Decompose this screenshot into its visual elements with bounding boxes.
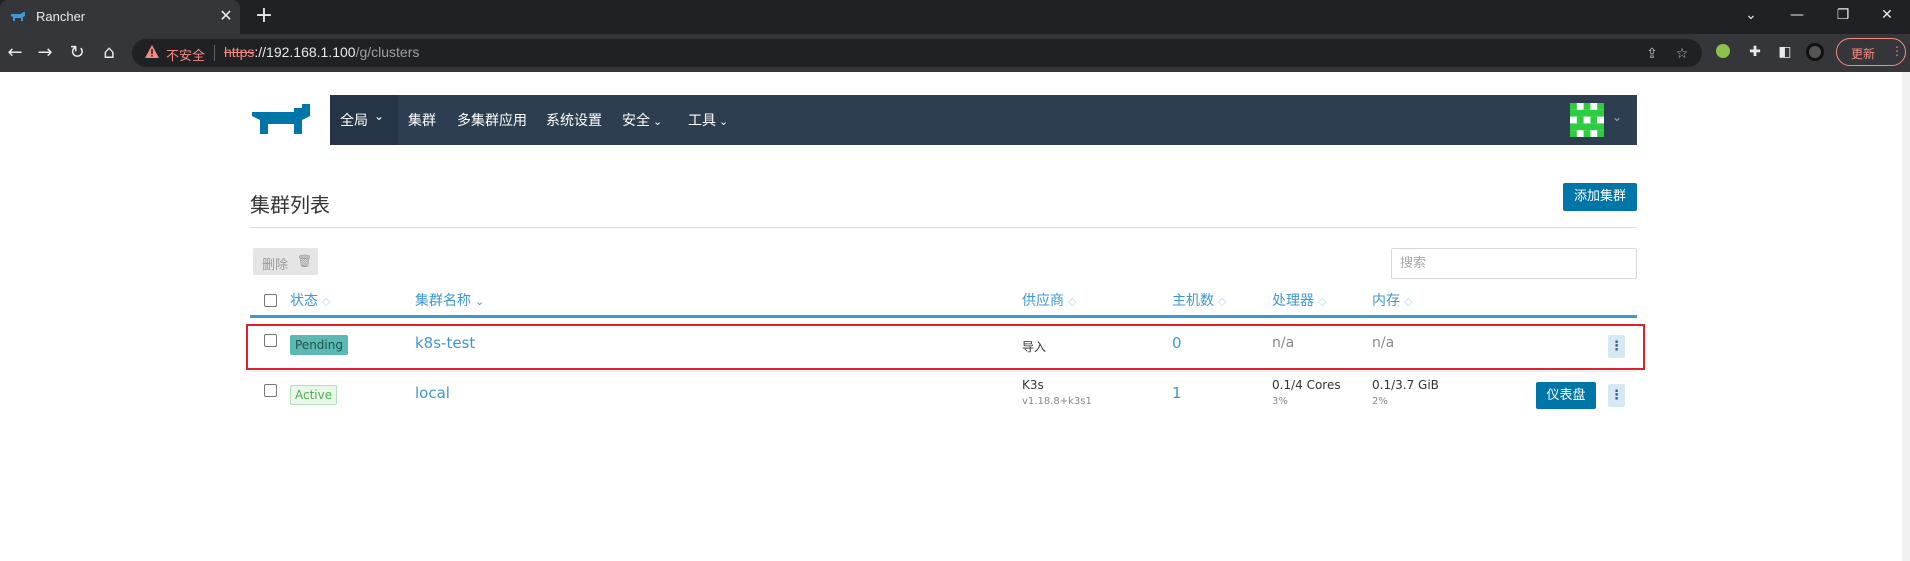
back-icon[interactable]: ← [4, 42, 26, 64]
hosts-link[interactable]: 1 [1172, 384, 1182, 402]
user-menu-chevron-icon[interactable]: ⌄ [1612, 110, 1622, 124]
user-avatar[interactable] [1570, 103, 1604, 137]
page-scrollbar[interactable] [1902, 72, 1910, 561]
extensions-puzzle-icon[interactable]: ✚ [1746, 43, 1764, 61]
row-checkbox[interactable] [264, 384, 277, 397]
nav-item-multi-cluster-apps[interactable]: 多集群应用 [457, 110, 527, 130]
omnibox-divider [214, 45, 215, 61]
trash-icon: 🗑 [297, 254, 313, 268]
profile-avatar-icon[interactable] [1806, 43, 1824, 61]
rancher-logo[interactable] [250, 102, 318, 138]
side-panel-icon[interactable]: ◧ [1776, 43, 1794, 61]
header-state-label: 状态 [290, 293, 318, 309]
forward-icon[interactable]: → [34, 42, 56, 64]
sort-icon: ◇ [1218, 295, 1227, 308]
nav-tools-label: 工具 [688, 113, 716, 129]
row-actions-menu-icon[interactable]: ⋮ [1608, 335, 1625, 358]
header-memory[interactable]: 内存 ◇ [1372, 290, 1412, 310]
hosts-link[interactable]: 0 [1172, 334, 1182, 352]
select-all-checkbox[interactable] [264, 294, 277, 307]
delete-button[interactable]: 删除 🗑 [253, 248, 318, 275]
memory-cell: n/a [1372, 335, 1395, 351]
chevron-down-icon: ⌄ [719, 115, 729, 128]
nav-item-tools[interactable]: 工具 ⌄ [688, 110, 728, 130]
nav-global-dropdown[interactable]: 全局 ⌄ [330, 95, 398, 145]
search-input[interactable] [1391, 248, 1637, 279]
header-cluster-name[interactable]: 集群名称 ⌄ [415, 290, 484, 310]
header-state[interactable]: 状态 ◇ [290, 290, 330, 310]
address-bar[interactable]: 不安全 https://192.168.1.100/g/clusters ⇪ ☆ [132, 39, 1702, 67]
status-badge: Pending [290, 335, 348, 355]
menu-dots-icon: ⋮ [1891, 44, 1903, 58]
top-navigation: 全局 ⌄ 集群 多集群应用 系统设置 安全 ⌄ 工具 ⌄ ⌄ [330, 95, 1637, 145]
provider-version: v1.18.8+k3s1 [1022, 396, 1092, 407]
restore-icon[interactable]: ❐ [1820, 0, 1866, 30]
header-memory-label: 内存 [1372, 293, 1400, 309]
nav-global-label: 全局 [340, 113, 368, 129]
title-divider [250, 227, 1637, 228]
tab-search-icon[interactable]: ⌄ [1728, 0, 1774, 30]
table-header-divider [250, 315, 1637, 318]
page-content: 全局 ⌄ 集群 多集群应用 系统设置 安全 ⌄ 工具 ⌄ ⌄ 集群列表 添加集群 删… [0, 72, 1910, 561]
status-badge: Active [290, 385, 338, 405]
update-label: 更新 [1851, 47, 1876, 61]
browser-tab[interactable]: Rancher ✕ [0, 0, 240, 34]
insecure-label[interactable]: 不安全 [166, 45, 205, 64]
bookmark-star-icon[interactable]: ☆ [1674, 46, 1690, 62]
nav-item-clusters[interactable]: 集群 [408, 110, 436, 130]
nav-item-settings[interactable]: 系统设置 [546, 110, 602, 130]
browser-titlebar: Rancher ✕ + ⌄ — ❐ ✕ [0, 0, 1910, 34]
rancher-favicon-icon [11, 12, 25, 21]
minimize-icon[interactable]: — [1774, 0, 1820, 30]
url-host: ://192.168.1.100 [254, 44, 356, 60]
add-cluster-button[interactable]: 添加集群 [1563, 183, 1637, 211]
extension-circle-icon[interactable] [1714, 43, 1732, 61]
cpu-percent: 3% [1272, 396, 1288, 407]
cluster-name-link[interactable]: local [415, 384, 450, 402]
cpu-cell: 0.1/4 Cores [1272, 378, 1341, 392]
cpu-cell: n/a [1272, 335, 1295, 351]
sort-icon: ◇ [322, 295, 331, 308]
new-tab-icon[interactable]: + [252, 5, 276, 29]
provider-cell: 导入 [1022, 340, 1047, 354]
header-provider[interactable]: 供应商 ◇ [1022, 290, 1076, 310]
header-cpu-label: 处理器 [1272, 293, 1314, 309]
sort-icon: ◇ [1068, 295, 1077, 308]
tab-close-icon[interactable]: ✕ [216, 6, 236, 26]
nav-item-security[interactable]: 安全 ⌄ [622, 110, 662, 130]
row-actions-menu-icon[interactable]: ⋮ [1608, 384, 1625, 407]
warning-icon [145, 45, 159, 58]
provider-cell: K3s [1022, 378, 1044, 392]
update-button[interactable]: 更新 ⋮ [1836, 38, 1906, 66]
chevron-down-icon: ⌄ [653, 115, 663, 128]
sort-icon: ◇ [1318, 295, 1327, 308]
header-cpu[interactable]: 处理器 ◇ [1272, 290, 1326, 310]
browser-toolbar: ← → ↻ ⌂ 不安全 https://192.168.1.100/g/clus… [0, 34, 1910, 72]
url-path: /g/clusters [355, 44, 420, 60]
chevron-down-icon: ⌄ [374, 109, 385, 123]
memory-cell: 0.1/3.7 GiB [1372, 378, 1439, 392]
url-scheme: https [224, 44, 255, 60]
reload-icon[interactable]: ↻ [66, 42, 88, 64]
home-icon[interactable]: ⌂ [98, 42, 120, 64]
share-icon[interactable]: ⇪ [1644, 46, 1660, 62]
header-hosts[interactable]: 主机数 ◇ [1172, 290, 1226, 310]
sort-icon: ◇ [1404, 295, 1413, 308]
tab-title: Rancher [36, 9, 86, 24]
url-text[interactable]: https://192.168.1.100/g/clusters [224, 44, 419, 60]
header-hosts-label: 主机数 [1172, 293, 1214, 309]
dashboard-button[interactable]: 仪表盘 [1536, 382, 1596, 409]
row-checkbox[interactable] [264, 334, 277, 347]
sort-active-icon: ⌄ [475, 295, 485, 308]
row-divider [250, 371, 1637, 372]
nav-security-label: 安全 [622, 113, 650, 129]
header-name-label: 集群名称 [415, 293, 471, 309]
header-provider-label: 供应商 [1022, 293, 1064, 309]
page-title: 集群列表 [250, 193, 330, 217]
close-window-icon[interactable]: ✕ [1864, 0, 1910, 30]
delete-label: 删除 [262, 258, 289, 273]
memory-percent: 2% [1372, 396, 1388, 407]
cluster-name-link[interactable]: k8s-test [415, 334, 475, 352]
